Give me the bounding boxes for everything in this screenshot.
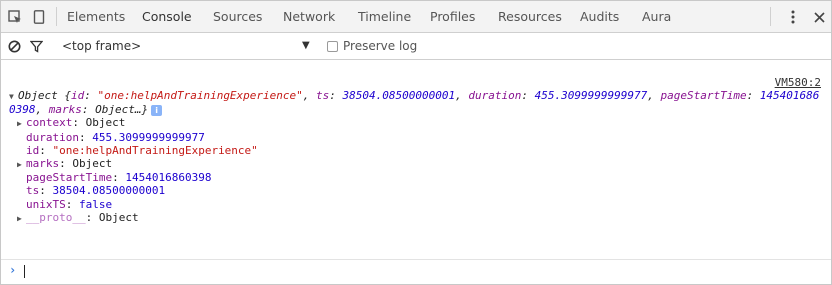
summary-value: "one:helpAndTrainingExperience" xyxy=(97,89,303,102)
property-row[interactable]: ▶ marks: Object xyxy=(9,157,824,171)
property-value: Object xyxy=(85,116,126,130)
property-value: 455.3099999999977 xyxy=(92,130,205,144)
console-input[interactable] xyxy=(23,264,817,282)
property-row[interactable]: ▶ __proto__: Object xyxy=(9,211,824,225)
property-key: marks xyxy=(26,157,60,171)
summary-key: marks xyxy=(48,103,82,117)
property-row[interactable]: ▶ context: Object xyxy=(9,116,824,130)
summary-suffix: …} xyxy=(134,103,149,117)
property-key: context xyxy=(26,116,73,130)
console-message: ▼ Object { id: "one:helpAndTrainingExperie… xyxy=(9,89,824,225)
tab-elements[interactable]: Elements xyxy=(67,1,125,32)
property-value: Object xyxy=(72,157,113,171)
summary-key: ts xyxy=(316,89,330,102)
tab-console[interactable]: Console xyxy=(142,1,192,32)
console-prompt: › xyxy=(1,259,831,284)
info-icon[interactable]: i xyxy=(151,104,163,116)
tab-resources[interactable]: Resources xyxy=(498,1,562,32)
property-value: 38504.08500000001 xyxy=(52,184,166,198)
frame-selector[interactable]: <top frame> ▼ xyxy=(62,33,322,59)
tab-sources[interactable]: Sources xyxy=(213,1,262,32)
preserve-log-label: Preserve log xyxy=(343,39,418,53)
property-row: ts: 38504.08500000001 xyxy=(26,184,166,198)
property-key: __proto__ xyxy=(26,210,86,224)
device-mode-icon[interactable] xyxy=(31,9,47,25)
summary-key: pageStartTime xyxy=(660,89,747,102)
summary-key: duration xyxy=(468,89,522,102)
tab-profiles[interactable]: Profiles xyxy=(430,1,475,32)
summary-value: 38504.08500000001 xyxy=(342,89,456,102)
more-vert-icon[interactable] xyxy=(785,9,801,25)
summary-key: id xyxy=(70,89,85,102)
devtools-tabbar: Elements Console Sources Network Timelin… xyxy=(1,1,831,33)
tabbar-separator-right xyxy=(770,7,771,26)
console-output: VM580:2 ▼ Object { id: "one:helpAndTrainin… xyxy=(1,60,831,260)
property-key: pageStartTime xyxy=(26,171,113,185)
tab-network[interactable]: Network xyxy=(283,1,335,32)
property-row: unixTS: false xyxy=(26,197,113,211)
prompt-chevron-icon: › xyxy=(9,263,17,277)
preserve-log-toggle[interactable]: Preserve log xyxy=(327,33,417,59)
clear-console-icon[interactable] xyxy=(6,38,22,54)
inspect-element-icon[interactable] xyxy=(7,9,23,25)
frame-selector-value: <top frame> xyxy=(62,39,142,53)
tab-aura[interactable]: Aura xyxy=(642,1,671,32)
devtools-window: Elements Console Sources Network Timelin… xyxy=(0,0,832,285)
property-value: "one:helpAndTrainingExperience" xyxy=(52,143,258,157)
expand-triangle-icon[interactable]: ▶ xyxy=(17,158,26,171)
property-row: duration: 455.3099999999977 xyxy=(26,130,205,144)
tab-timeline[interactable]: Timeline xyxy=(358,1,411,32)
property-value: Object xyxy=(98,210,139,224)
source-link[interactable]: VM580:2 xyxy=(775,76,821,89)
summary-value: Object xyxy=(95,103,135,117)
summary-prefix: Object { xyxy=(18,89,71,102)
object-properties: ▶ context: Object duration: 455.3099999999… xyxy=(9,116,824,225)
expand-triangle-icon[interactable]: ▶ xyxy=(17,212,26,225)
summary-value: 455.3099999999977 xyxy=(534,89,648,102)
expand-triangle-icon[interactable]: ▼ xyxy=(9,90,18,103)
filter-icon[interactable] xyxy=(28,38,44,54)
expand-triangle-icon[interactable]: ▶ xyxy=(17,117,26,130)
property-key: unixTS xyxy=(26,197,66,211)
text-caret xyxy=(24,265,25,278)
tabbar-separator xyxy=(56,7,57,26)
property-key: id xyxy=(26,143,40,157)
object-summary[interactable]: ▼ Object {id: "one:helpAndTrainingExperie… xyxy=(9,89,824,116)
property-key: ts xyxy=(26,184,40,198)
preserve-log-checkbox[interactable] xyxy=(327,40,338,52)
console-toolbar: <top frame> ▼ Preserve log xyxy=(1,33,831,60)
property-value: 1454016860398 xyxy=(125,171,212,185)
property-row: id: "one:helpAndTrainingExperience" xyxy=(26,143,258,157)
property-value: false xyxy=(79,197,113,211)
property-key: duration xyxy=(26,130,79,144)
dropdown-arrow-icon: ▼ xyxy=(302,40,310,51)
property-row: pageStartTime: 1454016860398 xyxy=(26,171,212,185)
close-icon[interactable] xyxy=(811,9,827,25)
tab-audits[interactable]: Audits xyxy=(580,1,619,32)
